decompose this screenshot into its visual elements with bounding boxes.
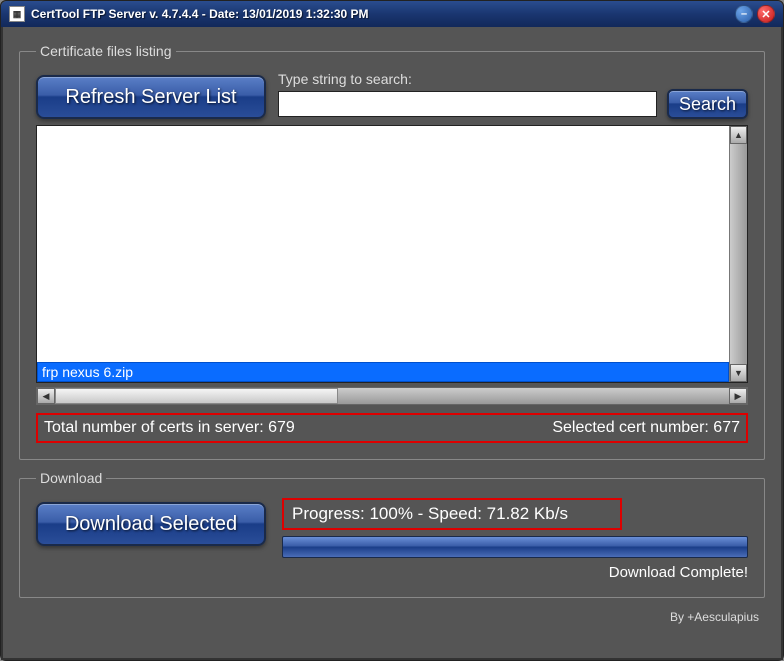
scroll-down-button[interactable]: ▼ (730, 364, 747, 382)
minimize-button[interactable]: – (735, 5, 753, 23)
download-selected-button[interactable]: Download Selected (36, 502, 266, 546)
certificate-listing-group: Certificate files listing Refresh Server… (19, 43, 765, 460)
search-row: Search (278, 89, 748, 119)
total-certs-label: Total number of certs in server: 679 (44, 419, 295, 437)
progress-column: Progress: 100% - Speed: 71.82 Kb/s Downl… (282, 498, 748, 581)
selected-file-item[interactable]: frp nexus 6.zip (37, 362, 729, 382)
app-window: ▦ CertTool FTP Server v. 4.7.4.4 - Date:… (0, 0, 784, 661)
horizontal-scrollbar[interactable]: ◀ ▶ (36, 387, 748, 405)
scroll-up-button[interactable]: ▲ (730, 126, 747, 144)
download-group: Download Download Selected Progress: 100… (19, 470, 765, 598)
app-icon: ▦ (9, 6, 25, 22)
credit-text: By +Aesculapius (19, 608, 765, 624)
titlebar[interactable]: ▦ CertTool FTP Server v. 4.7.4.4 - Date:… (1, 1, 783, 27)
download-complete-text: Download Complete! (282, 564, 748, 581)
refresh-server-list-button[interactable]: Refresh Server List (36, 75, 266, 119)
download-row: Download Selected Progress: 100% - Speed… (36, 498, 748, 581)
close-button[interactable]: ✕ (757, 5, 775, 23)
top-controls: Refresh Server List Type string to searc… (36, 71, 748, 119)
listing-legend: Certificate files listing (36, 43, 176, 59)
search-area: Type string to search: Search (278, 71, 748, 119)
download-legend: Download (36, 470, 106, 486)
listbox-area[interactable] (37, 126, 729, 382)
window-body: Certificate files listing Refresh Server… (1, 27, 783, 660)
search-label: Type string to search: (278, 71, 748, 87)
window-buttons: – ✕ (735, 5, 775, 23)
hscroll-thumb[interactable] (55, 388, 338, 404)
vertical-scrollbar[interactable]: ▲ ▼ (729, 126, 747, 382)
progress-bar (282, 536, 748, 558)
progress-text: Progress: 100% - Speed: 71.82 Kb/s (282, 498, 622, 530)
stats-row: Total number of certs in server: 679 Sel… (36, 413, 748, 443)
hscroll-track[interactable] (55, 388, 729, 404)
scroll-right-button[interactable]: ▶ (729, 388, 747, 404)
search-input[interactable] (278, 91, 657, 117)
window-title: CertTool FTP Server v. 4.7.4.4 - Date: 1… (31, 7, 735, 21)
scroll-left-button[interactable]: ◀ (37, 388, 55, 404)
file-listbox[interactable]: frp nexus 6.zip ▲ ▼ (36, 125, 748, 383)
selected-cert-label: Selected cert number: 677 (552, 419, 740, 437)
search-button[interactable]: Search (667, 89, 748, 119)
